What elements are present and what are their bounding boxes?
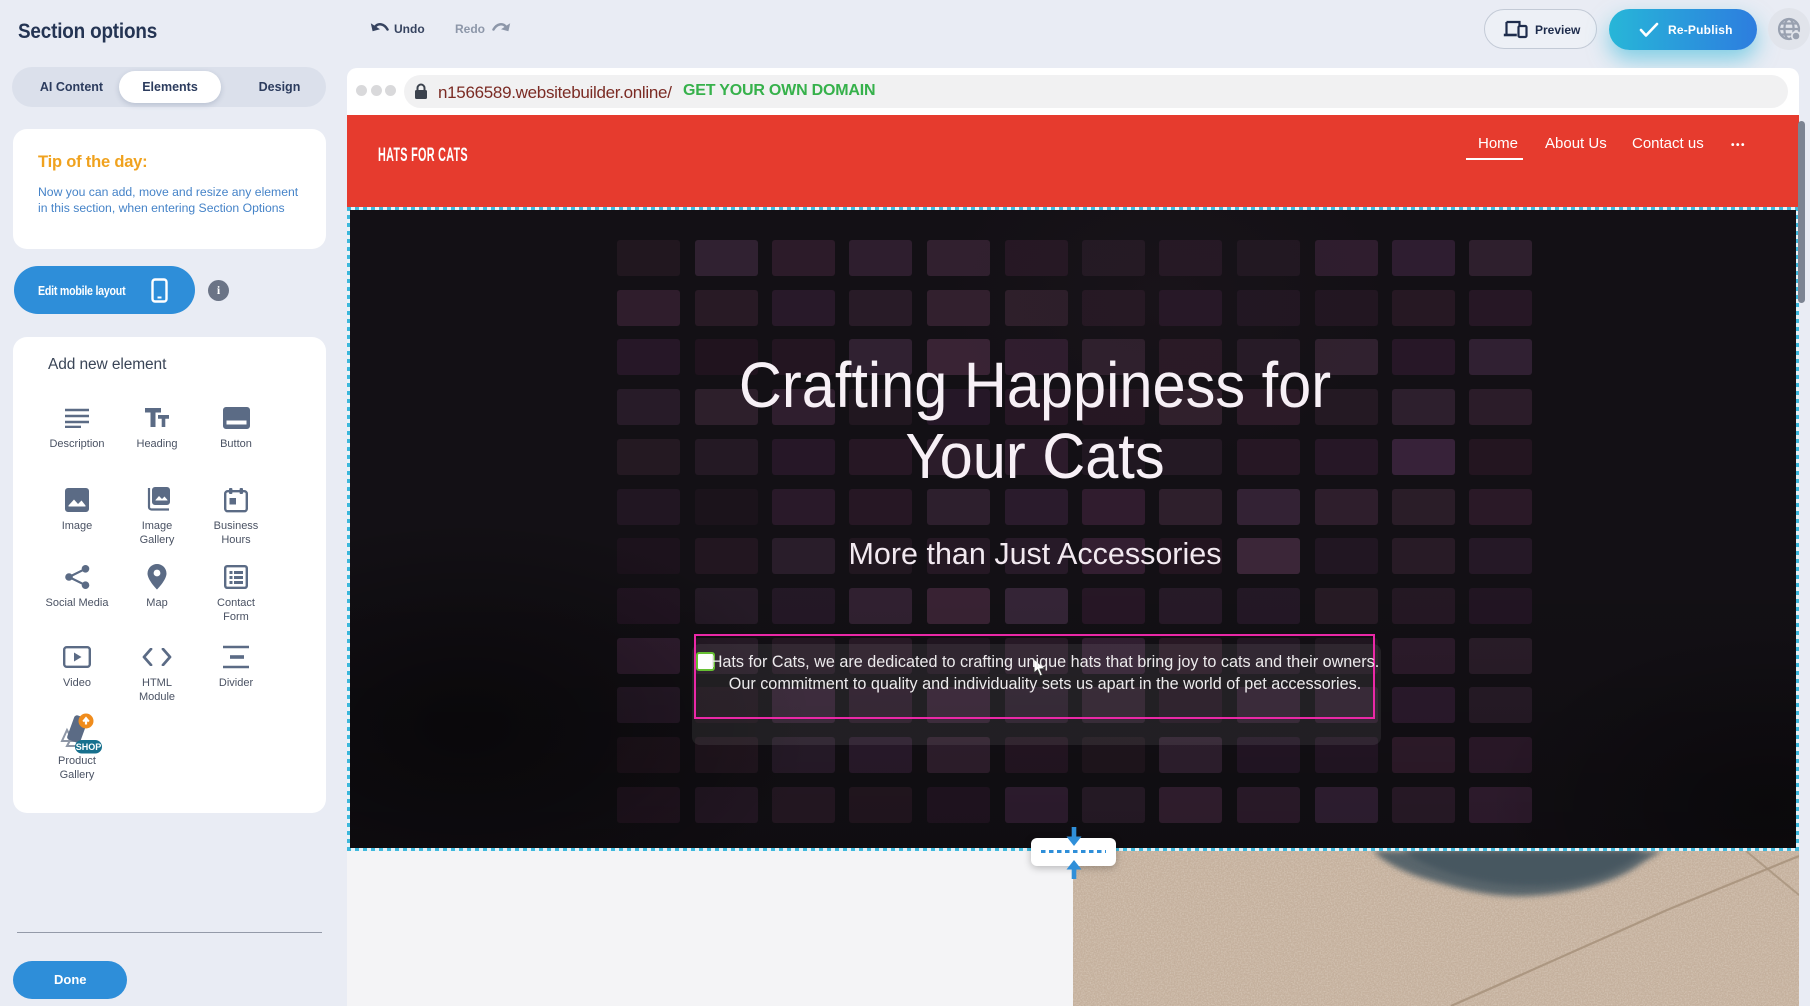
svg-text:SHOP: SHOP: [76, 742, 102, 752]
